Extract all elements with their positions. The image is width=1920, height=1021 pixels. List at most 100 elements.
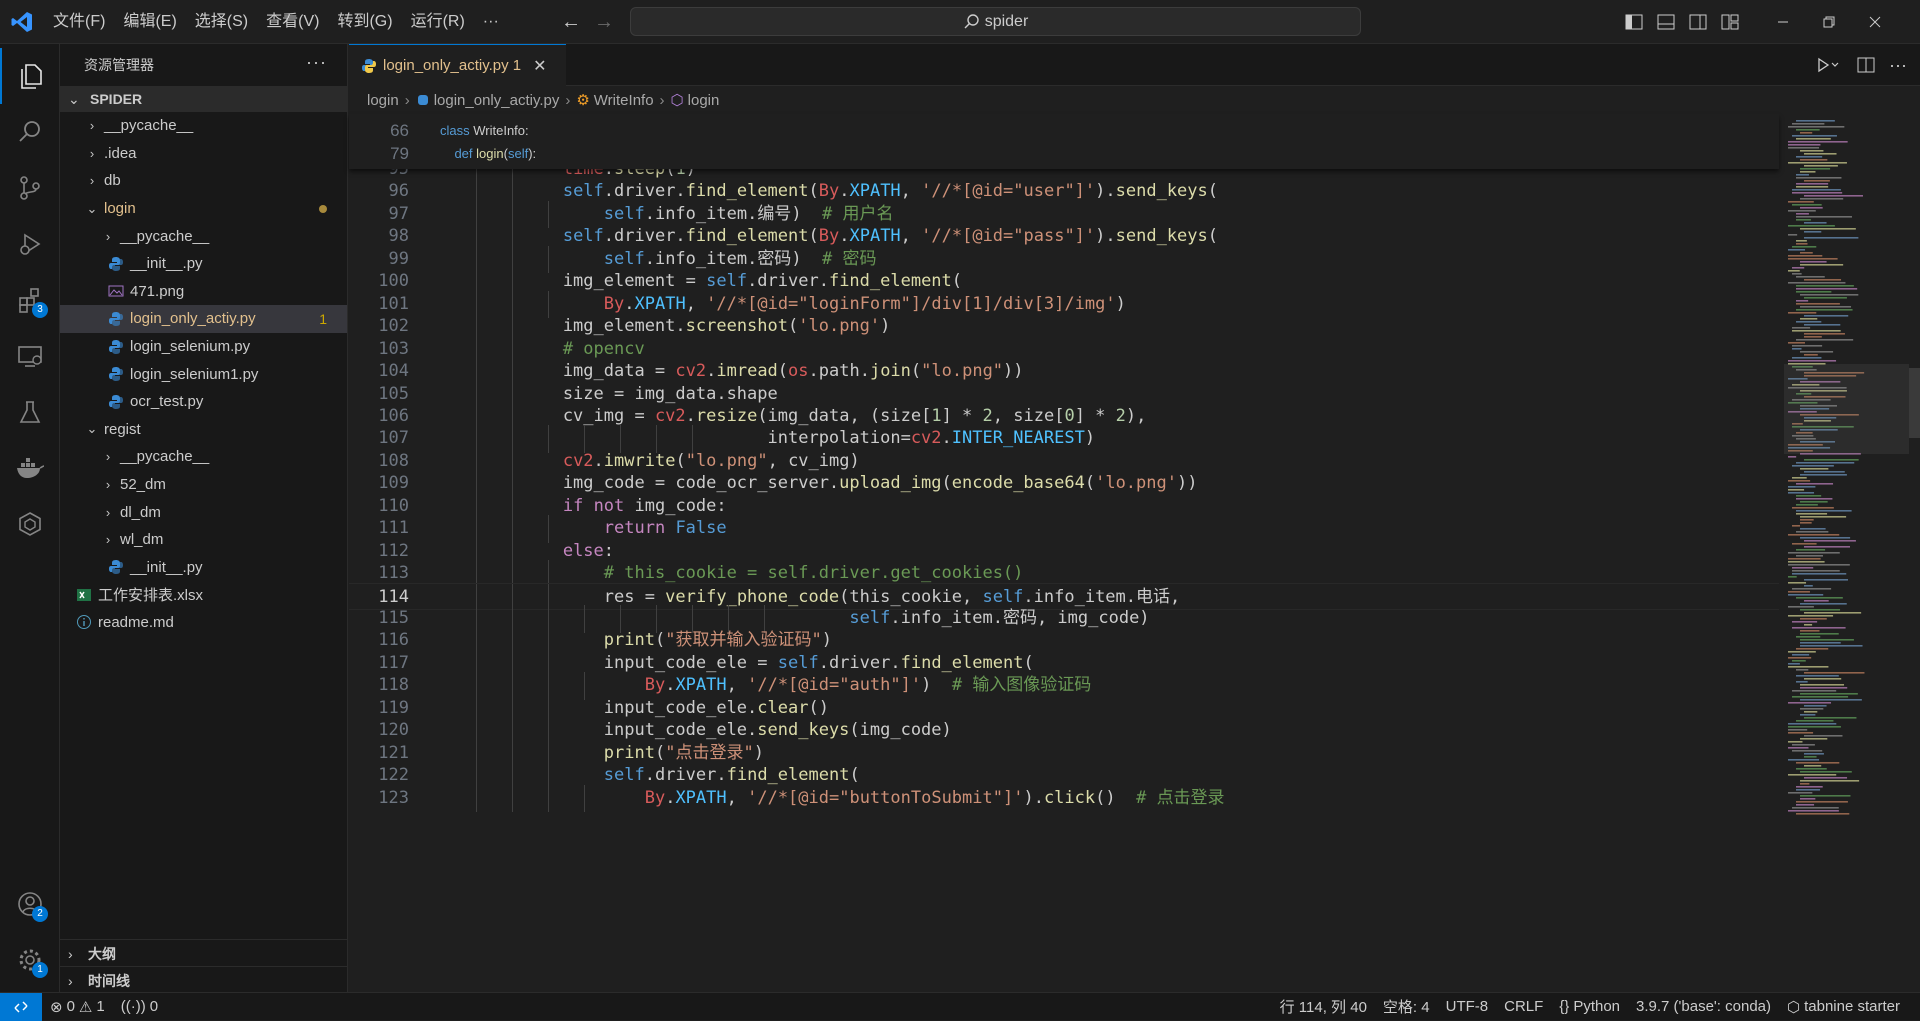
indentation[interactable]: 空格: 4 bbox=[1375, 996, 1438, 1017]
code-line[interactable]: 79 def login(self): bbox=[349, 140, 1779, 168]
window-controls bbox=[1760, 0, 1898, 44]
problems-indicator[interactable]: ⊗ 0 ⚠ 1 bbox=[42, 998, 113, 1016]
ports-indicator[interactable]: ((·)) 0 bbox=[113, 998, 166, 1015]
breadcrumb-class[interactable]: WriteInfo bbox=[594, 92, 654, 109]
menu-edit[interactable]: 编辑(E) bbox=[114, 7, 185, 37]
tree-file[interactable]: __init__.py bbox=[60, 250, 347, 278]
tree-folder[interactable]: › wl_dm bbox=[60, 526, 347, 554]
end-of-line[interactable]: CRLF bbox=[1496, 998, 1551, 1015]
toggle-secondary-sidebar-icon[interactable] bbox=[1682, 6, 1714, 38]
tree-file[interactable]: 471.png bbox=[60, 278, 347, 306]
forward-arrow-icon[interactable]: → bbox=[592, 10, 616, 34]
breadcrumb: login › login_only_actiy.py › ⚙ WriteInf… bbox=[349, 86, 1920, 114]
code-editor[interactable]: 95 time.sleep(1) 96 self.driver.find_elem… bbox=[349, 114, 1779, 992]
menu-selection[interactable]: 选择(S) bbox=[186, 7, 257, 37]
back-arrow-icon[interactable]: ← bbox=[559, 10, 583, 34]
menu-view[interactable]: 查看(V) bbox=[257, 7, 328, 37]
tree-folder[interactable]: ⌄ login bbox=[60, 195, 347, 223]
cursor-position[interactable]: 行 114, 列 40 bbox=[1272, 996, 1375, 1017]
workspace-section-header[interactable]: ⌄ SPIDER bbox=[60, 86, 347, 112]
breadcrumb-folder[interactable]: login bbox=[367, 92, 399, 109]
chevron-right-icon: › bbox=[105, 477, 111, 493]
menu-go[interactable]: 转到(G) bbox=[328, 7, 401, 37]
explorer-icon[interactable] bbox=[0, 48, 60, 104]
chevron-right-icon: › bbox=[659, 91, 665, 109]
toggle-sidebar-icon[interactable] bbox=[1618, 6, 1650, 38]
python-interpreter[interactable]: 3.9.7 ('base': conda) bbox=[1628, 998, 1779, 1015]
customize-layout-icon[interactable] bbox=[1714, 6, 1746, 38]
tree-label: __pycache__ bbox=[104, 117, 194, 135]
tree-folder[interactable]: › __pycache__ bbox=[60, 112, 347, 140]
docker-icon[interactable] bbox=[0, 440, 60, 496]
tree-folder[interactable]: ⌄ regist bbox=[60, 416, 347, 444]
tree-file[interactable]: 工作安排表.xlsx bbox=[60, 581, 347, 609]
tree-file[interactable]: login_selenium.py bbox=[60, 333, 347, 361]
tree-folder[interactable]: › dl_dm bbox=[60, 498, 347, 526]
command-center-search[interactable]: spider bbox=[630, 7, 1361, 36]
source-control-icon[interactable] bbox=[0, 160, 60, 216]
breadcrumb-file[interactable]: login_only_actiy.py bbox=[434, 92, 560, 109]
tree-file[interactable]: readme.md bbox=[60, 609, 347, 637]
close-window-icon[interactable] bbox=[1852, 0, 1898, 44]
manage-badge: 1 bbox=[32, 962, 48, 978]
vertical-scrollbar[interactable] bbox=[1909, 114, 1920, 992]
breadcrumb-method[interactable]: login bbox=[688, 92, 720, 109]
manage-gear-icon[interactable]: 1 bbox=[0, 932, 60, 988]
language-mode[interactable]: {} Python bbox=[1551, 998, 1628, 1015]
minimize-icon[interactable] bbox=[1760, 0, 1806, 44]
testing-icon[interactable] bbox=[0, 384, 60, 440]
python-file-icon bbox=[109, 560, 123, 575]
explorer-header: 资源管理器 ··· bbox=[60, 44, 347, 86]
tree-file[interactable]: login_selenium1.py bbox=[60, 360, 347, 388]
line-code: def login(self): bbox=[454, 145, 537, 161]
tree-file[interactable]: ocr_test.py bbox=[60, 388, 347, 416]
chevron-right-icon: › bbox=[105, 504, 111, 520]
accounts-badge: 2 bbox=[32, 906, 48, 922]
sticky-scroll[interactable]: 66 class WriteInfo: 79 def login(self): bbox=[349, 114, 1779, 169]
menu-more[interactable]: ··· bbox=[474, 7, 508, 37]
search-view-icon[interactable] bbox=[0, 104, 60, 160]
tree-folder[interactable]: › __pycache__ bbox=[60, 222, 347, 250]
search-text: spider bbox=[984, 12, 1029, 30]
tree-folder[interactable]: › __pycache__ bbox=[60, 443, 347, 471]
language-label: Python bbox=[1573, 998, 1621, 1015]
explorer-more-icon[interactable]: ··· bbox=[306, 52, 327, 73]
layout-controls bbox=[1618, 0, 1746, 44]
tree-folder[interactable]: › 52_dm bbox=[60, 471, 347, 499]
more-actions-icon[interactable]: ··· bbox=[1882, 49, 1914, 81]
restore-icon[interactable] bbox=[1806, 0, 1852, 44]
toggle-panel-icon[interactable] bbox=[1650, 6, 1682, 38]
run-debug-icon[interactable] bbox=[0, 216, 60, 272]
accounts-icon[interactable]: 2 bbox=[0, 876, 60, 932]
tab-login-only-actiy[interactable]: login_only_actiy.py 1 ✕ bbox=[349, 44, 566, 86]
remote-explorer-icon[interactable] bbox=[0, 328, 60, 384]
split-editor-icon[interactable] bbox=[1850, 49, 1882, 81]
menu-run[interactable]: 运行(R) bbox=[402, 7, 474, 37]
problem-count: 1 bbox=[319, 310, 327, 327]
extensions-icon[interactable]: 3 bbox=[0, 272, 60, 328]
chevron-right-icon: › bbox=[565, 91, 571, 109]
timeline-section[interactable]: › 时间线 bbox=[60, 966, 348, 994]
excel-file-icon bbox=[77, 588, 91, 601]
minimap[interactable] bbox=[1784, 114, 1909, 992]
outline-section[interactable]: › 大纲 bbox=[60, 939, 348, 967]
tree-label: 工作安排表.xlsx bbox=[98, 587, 204, 605]
menu-file[interactable]: 文件(F) bbox=[44, 7, 114, 37]
tree-folder[interactable]: › .idea bbox=[60, 140, 347, 168]
python-file-icon bbox=[417, 95, 428, 105]
scrollbar-thumb[interactable] bbox=[1909, 368, 1920, 438]
tab-close-icon[interactable]: ✕ bbox=[533, 56, 546, 76]
tree-file[interactable]: login_only_actiy.py 1 bbox=[60, 305, 347, 333]
tree-folder[interactable]: › db bbox=[60, 167, 347, 195]
code-line[interactable]: 123 By.XPATH, '//*[@id="buttonToSubmit"]… bbox=[349, 784, 1779, 813]
tabnine-status[interactable]: ⬡ tabnine starter bbox=[1779, 998, 1908, 1016]
run-python-file-icon[interactable] bbox=[1806, 49, 1850, 81]
file-encoding[interactable]: UTF-8 bbox=[1438, 998, 1497, 1015]
devcontainer-icon[interactable] bbox=[0, 496, 60, 552]
tree-label: .idea bbox=[104, 144, 137, 162]
tabnine-icon: ⬡ bbox=[1787, 998, 1801, 1016]
explorer-sidebar: 资源管理器 ··· ⌄ SPIDER › __pycache__ › .idea › db… bbox=[60, 44, 348, 992]
broadcast-icon: ((·)) bbox=[120, 998, 146, 1015]
tree-file[interactable]: __init__.py bbox=[60, 554, 347, 582]
remote-indicator-icon[interactable] bbox=[0, 992, 42, 1021]
